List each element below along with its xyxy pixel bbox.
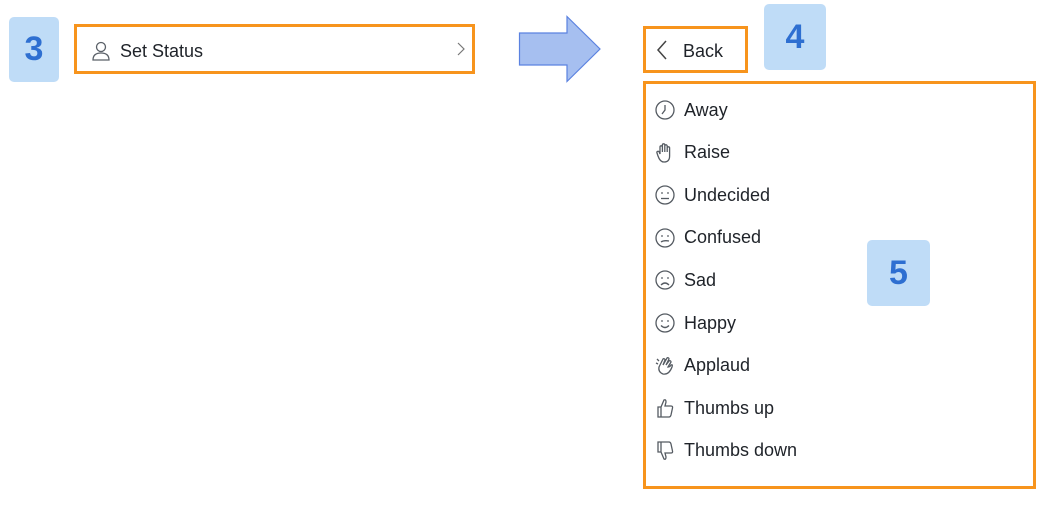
- status-item-away[interactable]: Away: [654, 98, 728, 122]
- step-badge-3: 3: [9, 17, 59, 82]
- back-button[interactable]: Back: [643, 26, 748, 73]
- chevron-right-icon: [457, 42, 465, 56]
- happy-face-icon: [655, 313, 675, 333]
- status-item-thumbs-up[interactable]: Thumbs up: [654, 396, 774, 420]
- badge-number: 5: [889, 253, 908, 292]
- clock-icon: [655, 100, 675, 120]
- confused-face-icon: [655, 228, 675, 248]
- set-status-menu-item[interactable]: Set Status: [74, 24, 475, 74]
- status-item-undecided[interactable]: Undecided: [654, 183, 770, 207]
- step-badge-4: 4: [764, 4, 826, 70]
- status-label: Applaud: [684, 355, 751, 376]
- arrow-right-icon: [518, 15, 601, 83]
- status-label: Sad: [684, 269, 717, 290]
- status-item-sad[interactable]: Sad: [654, 268, 716, 292]
- clap-icon: [655, 356, 673, 375]
- neutral-face-icon: [655, 185, 675, 205]
- thumbs-down-icon: [657, 441, 674, 460]
- badge-number: 3: [24, 30, 44, 68]
- back-label: Back: [683, 41, 724, 61]
- status-label: Raise: [684, 142, 731, 163]
- sad-face-icon: [655, 270, 675, 291]
- status-item-raise[interactable]: Raise: [654, 141, 730, 165]
- status-label: Undecided: [684, 184, 771, 205]
- thumbs-up-icon: [657, 399, 674, 418]
- status-label: Happy: [684, 312, 737, 333]
- status-item-applaud[interactable]: Applaud: [654, 354, 750, 378]
- status-item-confused[interactable]: Confused: [654, 226, 761, 250]
- status-label: Away: [684, 99, 728, 120]
- hand-icon: [656, 142, 671, 163]
- badge-number: 4: [785, 17, 805, 56]
- step-badge-5: 5: [867, 240, 930, 306]
- person-icon: [92, 41, 110, 61]
- status-item-happy[interactable]: Happy: [654, 311, 736, 335]
- status-label: Confused: [684, 227, 762, 248]
- status-item-thumbs-down[interactable]: Thumbs down: [654, 439, 797, 463]
- set-status-label: Set Status: [120, 40, 204, 61]
- status-label: Thumbs down: [684, 440, 798, 461]
- status-label: Thumbs up: [684, 397, 775, 418]
- chevron-left-icon: [656, 40, 667, 60]
